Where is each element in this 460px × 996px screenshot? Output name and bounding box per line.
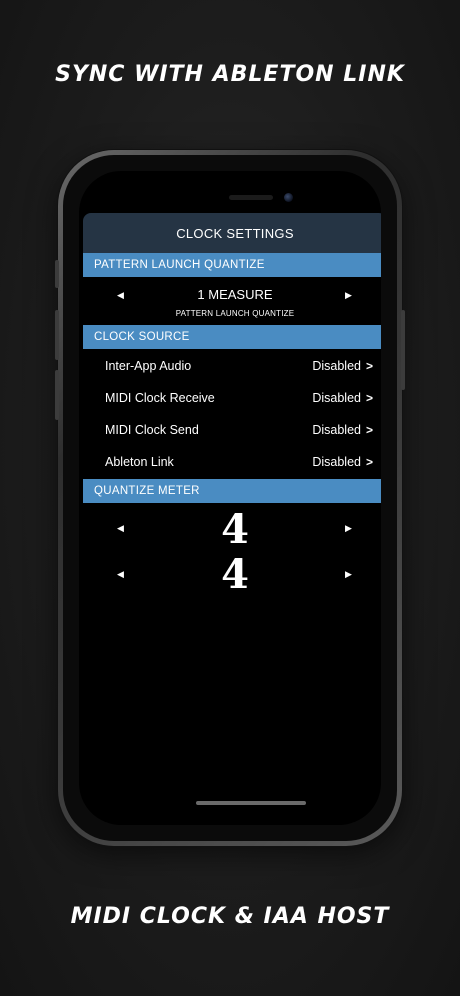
denominator-next-button[interactable]: ▶ [345, 569, 352, 580]
pattern-launch-sublabel: PATTERN LAUNCH QUANTIZE [175, 309, 295, 318]
phone-side-button-left-1 [55, 260, 59, 288]
section-header-label: CLOCK SOURCE [94, 331, 190, 343]
phone-screen: CLOCK SETTINGS PATTERN LAUNCH QUANTIZE ◀… [79, 171, 381, 825]
pattern-launch-value: 1 MEASURE [197, 287, 273, 302]
page-title-text: CLOCK SETTINGS [176, 225, 294, 241]
section-header-clock-source: CLOCK SOURCE [83, 325, 381, 349]
headline-bottom: MIDI CLOCK & IAA HOST [70, 904, 390, 929]
chevron-right-icon: > [365, 455, 373, 469]
clock-settings-panel: CLOCK SETTINGS PATTERN LAUNCH QUANTIZE ◀… [83, 213, 381, 809]
section-header-label: QUANTIZE METER [94, 485, 200, 497]
clock-source-row-inter-app-audio[interactable]: Inter-App Audio Disabled > [83, 351, 381, 383]
phone-side-button-left-3 [55, 370, 59, 420]
numerator-next-button[interactable]: ▶ [345, 523, 352, 534]
phone-side-button-left-2 [55, 310, 59, 360]
clock-source-row-midi-clock-receive[interactable]: MIDI Clock Receive Disabled > [83, 383, 381, 415]
meter-denominator: 4 [221, 551, 249, 598]
chevron-right-icon: > [365, 359, 373, 373]
phone-bezel: CLOCK SETTINGS PATTERN LAUNCH QUANTIZE ◀… [63, 155, 397, 841]
row-status: Disabled [312, 455, 361, 469]
row-value: Disabled > [312, 391, 373, 405]
phone-side-button-right [401, 310, 405, 390]
row-label: Inter-App Audio [105, 359, 192, 373]
home-indicator[interactable] [196, 801, 306, 805]
clock-source-row-midi-clock-send[interactable]: MIDI Clock Send Disabled > [83, 415, 381, 447]
row-status: Disabled [312, 423, 361, 437]
meter-numerator: 4 [221, 506, 249, 553]
row-value: Disabled > [312, 423, 373, 437]
row-status: Disabled [312, 391, 361, 405]
section-header-label: PATTERN LAUNCH QUANTIZE [94, 259, 265, 271]
chevron-right-icon: > [365, 423, 373, 437]
pattern-launch-next-button[interactable]: ▶ [345, 290, 352, 301]
row-status: Disabled [312, 359, 361, 373]
chevron-right-icon: > [365, 391, 373, 405]
section-header-pattern-launch: PATTERN LAUNCH QUANTIZE [83, 253, 381, 277]
front-camera-icon [284, 193, 293, 202]
earpiece-speaker [229, 195, 273, 200]
section-header-quantize-meter: QUANTIZE METER [83, 479, 381, 503]
row-label: MIDI Clock Send [105, 423, 199, 437]
page-title: CLOCK SETTINGS [83, 213, 381, 253]
phone-frame: CLOCK SETTINGS PATTERN LAUNCH QUANTIZE ◀… [55, 150, 405, 846]
row-value: Disabled > [312, 359, 373, 373]
row-label: MIDI Clock Receive [105, 391, 215, 405]
row-value: Disabled > [312, 455, 373, 469]
row-label: Ableton Link [105, 455, 174, 469]
headline-top: SYNC WITH ABLETON LINK [55, 62, 405, 87]
clock-source-row-ableton-link[interactable]: Ableton Link Disabled > [83, 447, 381, 479]
